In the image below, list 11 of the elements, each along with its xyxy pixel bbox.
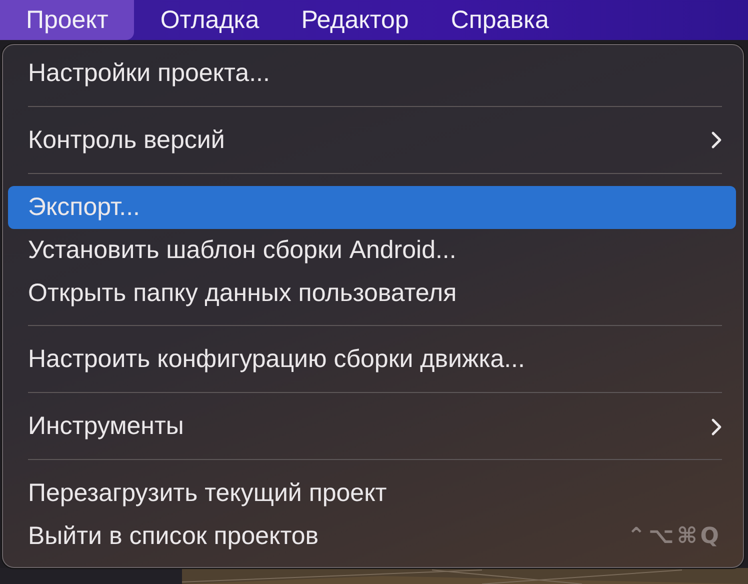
menu-item[interactable]: Настройки проекта... <box>8 52 736 95</box>
menu-item[interactable]: Перезагрузить текущий проект <box>8 472 736 516</box>
menu-item[interactable]: Настроить конфигурацию сборки движка... <box>8 338 736 382</box>
menu-item[interactable]: Инструменты <box>8 405 736 448</box>
menu-item[interactable]: Открыть папку данных пользователя <box>8 272 736 314</box>
menu-bar-item[interactable]: Проект <box>0 0 134 40</box>
menu-item[interactable]: Экспорт... <box>8 186 736 229</box>
menu-item[interactable]: Выйти в список проектов ⌃⌥⌘Q <box>8 515 736 558</box>
shortcut-label: ⌃⌥⌘Q <box>627 524 722 550</box>
menu-item[interactable]: Контроль версий <box>8 118 736 162</box>
menu-item[interactable]: Установить шаблон сборки Android... <box>8 228 736 272</box>
